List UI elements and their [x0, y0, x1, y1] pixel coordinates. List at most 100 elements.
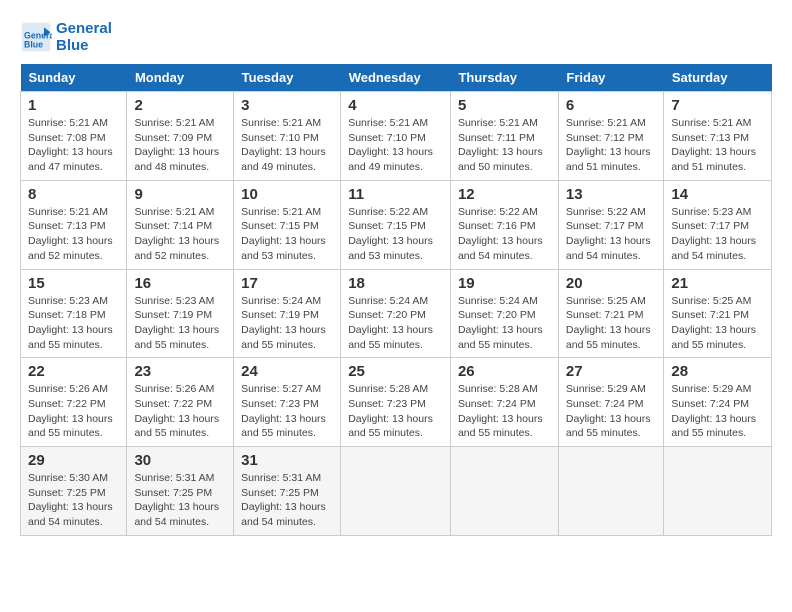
day-info: Sunrise: 5:23 AM Sunset: 7:19 PM Dayligh… [134, 294, 226, 353]
day-number: 24 [241, 363, 333, 380]
calendar-cell [558, 447, 664, 536]
day-header-monday: Monday [127, 64, 234, 92]
day-info: Sunrise: 5:21 AM Sunset: 7:15 PM Dayligh… [241, 205, 333, 264]
calendar-cell: 19 Sunrise: 5:24 AM Sunset: 7:20 PM Dayl… [450, 269, 558, 358]
calendar-cell: 2 Sunrise: 5:21 AM Sunset: 7:09 PM Dayli… [127, 92, 234, 181]
day-header-thursday: Thursday [450, 64, 558, 92]
day-info: Sunrise: 5:22 AM Sunset: 7:17 PM Dayligh… [566, 205, 657, 264]
day-info: Sunrise: 5:28 AM Sunset: 7:24 PM Dayligh… [458, 382, 551, 441]
day-number: 7 [671, 97, 764, 114]
day-info: Sunrise: 5:24 AM Sunset: 7:20 PM Dayligh… [348, 294, 443, 353]
calendar-cell: 17 Sunrise: 5:24 AM Sunset: 7:19 PM Dayl… [234, 269, 341, 358]
day-info: Sunrise: 5:21 AM Sunset: 7:09 PM Dayligh… [134, 116, 226, 175]
day-info: Sunrise: 5:28 AM Sunset: 7:23 PM Dayligh… [348, 382, 443, 441]
day-info: Sunrise: 5:31 AM Sunset: 7:25 PM Dayligh… [134, 471, 226, 530]
day-number: 10 [241, 186, 333, 203]
day-number: 3 [241, 97, 333, 114]
calendar-header: SundayMondayTuesdayWednesdayThursdayFrid… [21, 64, 772, 92]
day-number: 2 [134, 97, 226, 114]
day-header-sunday: Sunday [21, 64, 127, 92]
calendar-cell: 7 Sunrise: 5:21 AM Sunset: 7:13 PM Dayli… [664, 92, 772, 181]
calendar-cell: 23 Sunrise: 5:26 AM Sunset: 7:22 PM Dayl… [127, 358, 234, 447]
day-header-saturday: Saturday [664, 64, 772, 92]
calendar-cell: 15 Sunrise: 5:23 AM Sunset: 7:18 PM Dayl… [21, 269, 127, 358]
calendar-cell: 8 Sunrise: 5:21 AM Sunset: 7:13 PM Dayli… [21, 180, 127, 269]
calendar-cell: 12 Sunrise: 5:22 AM Sunset: 7:16 PM Dayl… [450, 180, 558, 269]
day-number: 20 [566, 275, 657, 292]
calendar-week-5: 29 Sunrise: 5:30 AM Sunset: 7:25 PM Dayl… [21, 447, 772, 536]
day-number: 14 [671, 186, 764, 203]
day-info: Sunrise: 5:25 AM Sunset: 7:21 PM Dayligh… [671, 294, 764, 353]
day-number: 5 [458, 97, 551, 114]
day-number: 9 [134, 186, 226, 203]
day-number: 25 [348, 363, 443, 380]
day-header-tuesday: Tuesday [234, 64, 341, 92]
day-info: Sunrise: 5:21 AM Sunset: 7:10 PM Dayligh… [241, 116, 333, 175]
day-number: 27 [566, 363, 657, 380]
day-info: Sunrise: 5:21 AM Sunset: 7:10 PM Dayligh… [348, 116, 443, 175]
day-number: 28 [671, 363, 764, 380]
day-number: 21 [671, 275, 764, 292]
day-number: 8 [28, 186, 119, 203]
day-number: 19 [458, 275, 551, 292]
day-info: Sunrise: 5:21 AM Sunset: 7:11 PM Dayligh… [458, 116, 551, 175]
calendar-cell: 26 Sunrise: 5:28 AM Sunset: 7:24 PM Dayl… [450, 358, 558, 447]
day-number: 4 [348, 97, 443, 114]
calendar-week-2: 8 Sunrise: 5:21 AM Sunset: 7:13 PM Dayli… [21, 180, 772, 269]
day-info: Sunrise: 5:21 AM Sunset: 7:14 PM Dayligh… [134, 205, 226, 264]
calendar-cell [450, 447, 558, 536]
calendar-cell: 31 Sunrise: 5:31 AM Sunset: 7:25 PM Dayl… [234, 447, 341, 536]
svg-text:Blue: Blue [24, 39, 43, 49]
calendar-cell: 21 Sunrise: 5:25 AM Sunset: 7:21 PM Dayl… [664, 269, 772, 358]
calendar-cell: 5 Sunrise: 5:21 AM Sunset: 7:11 PM Dayli… [450, 92, 558, 181]
day-info: Sunrise: 5:25 AM Sunset: 7:21 PM Dayligh… [566, 294, 657, 353]
calendar-cell: 20 Sunrise: 5:25 AM Sunset: 7:21 PM Dayl… [558, 269, 664, 358]
day-number: 18 [348, 275, 443, 292]
calendar-cell [664, 447, 772, 536]
calendar-week-3: 15 Sunrise: 5:23 AM Sunset: 7:18 PM Dayl… [21, 269, 772, 358]
day-number: 22 [28, 363, 119, 380]
day-number: 23 [134, 363, 226, 380]
calendar-cell: 28 Sunrise: 5:29 AM Sunset: 7:24 PM Dayl… [664, 358, 772, 447]
calendar-cell: 1 Sunrise: 5:21 AM Sunset: 7:08 PM Dayli… [21, 92, 127, 181]
day-number: 26 [458, 363, 551, 380]
day-number: 13 [566, 186, 657, 203]
day-number: 1 [28, 97, 119, 114]
calendar-cell: 29 Sunrise: 5:30 AM Sunset: 7:25 PM Dayl… [21, 447, 127, 536]
day-number: 30 [134, 452, 226, 469]
logo-text: General Blue [56, 20, 112, 54]
logo: General Blue General Blue [20, 20, 112, 54]
day-header-wednesday: Wednesday [341, 64, 451, 92]
day-number: 16 [134, 275, 226, 292]
day-info: Sunrise: 5:31 AM Sunset: 7:25 PM Dayligh… [241, 471, 333, 530]
calendar-cell: 18 Sunrise: 5:24 AM Sunset: 7:20 PM Dayl… [341, 269, 451, 358]
calendar-cell [341, 447, 451, 536]
day-number: 12 [458, 186, 551, 203]
calendar-cell: 16 Sunrise: 5:23 AM Sunset: 7:19 PM Dayl… [127, 269, 234, 358]
calendar-cell: 14 Sunrise: 5:23 AM Sunset: 7:17 PM Dayl… [664, 180, 772, 269]
day-info: Sunrise: 5:23 AM Sunset: 7:17 PM Dayligh… [671, 205, 764, 264]
day-number: 11 [348, 186, 443, 203]
day-info: Sunrise: 5:21 AM Sunset: 7:08 PM Dayligh… [28, 116, 119, 175]
day-info: Sunrise: 5:29 AM Sunset: 7:24 PM Dayligh… [671, 382, 764, 441]
logo-icon: General Blue [20, 21, 52, 53]
calendar-cell: 6 Sunrise: 5:21 AM Sunset: 7:12 PM Dayli… [558, 92, 664, 181]
calendar-cell: 3 Sunrise: 5:21 AM Sunset: 7:10 PM Dayli… [234, 92, 341, 181]
day-info: Sunrise: 5:30 AM Sunset: 7:25 PM Dayligh… [28, 471, 119, 530]
day-info: Sunrise: 5:23 AM Sunset: 7:18 PM Dayligh… [28, 294, 119, 353]
day-info: Sunrise: 5:24 AM Sunset: 7:20 PM Dayligh… [458, 294, 551, 353]
calendar-body: 1 Sunrise: 5:21 AM Sunset: 7:08 PM Dayli… [21, 92, 772, 536]
day-info: Sunrise: 5:26 AM Sunset: 7:22 PM Dayligh… [134, 382, 226, 441]
day-header-friday: Friday [558, 64, 664, 92]
calendar-cell: 9 Sunrise: 5:21 AM Sunset: 7:14 PM Dayli… [127, 180, 234, 269]
day-number: 31 [241, 452, 333, 469]
calendar-cell: 27 Sunrise: 5:29 AM Sunset: 7:24 PM Dayl… [558, 358, 664, 447]
page-header: General Blue General Blue [20, 20, 772, 54]
day-number: 6 [566, 97, 657, 114]
day-number: 15 [28, 275, 119, 292]
calendar-cell: 10 Sunrise: 5:21 AM Sunset: 7:15 PM Dayl… [234, 180, 341, 269]
day-info: Sunrise: 5:22 AM Sunset: 7:16 PM Dayligh… [458, 205, 551, 264]
calendar-week-4: 22 Sunrise: 5:26 AM Sunset: 7:22 PM Dayl… [21, 358, 772, 447]
calendar-week-1: 1 Sunrise: 5:21 AM Sunset: 7:08 PM Dayli… [21, 92, 772, 181]
day-info: Sunrise: 5:29 AM Sunset: 7:24 PM Dayligh… [566, 382, 657, 441]
